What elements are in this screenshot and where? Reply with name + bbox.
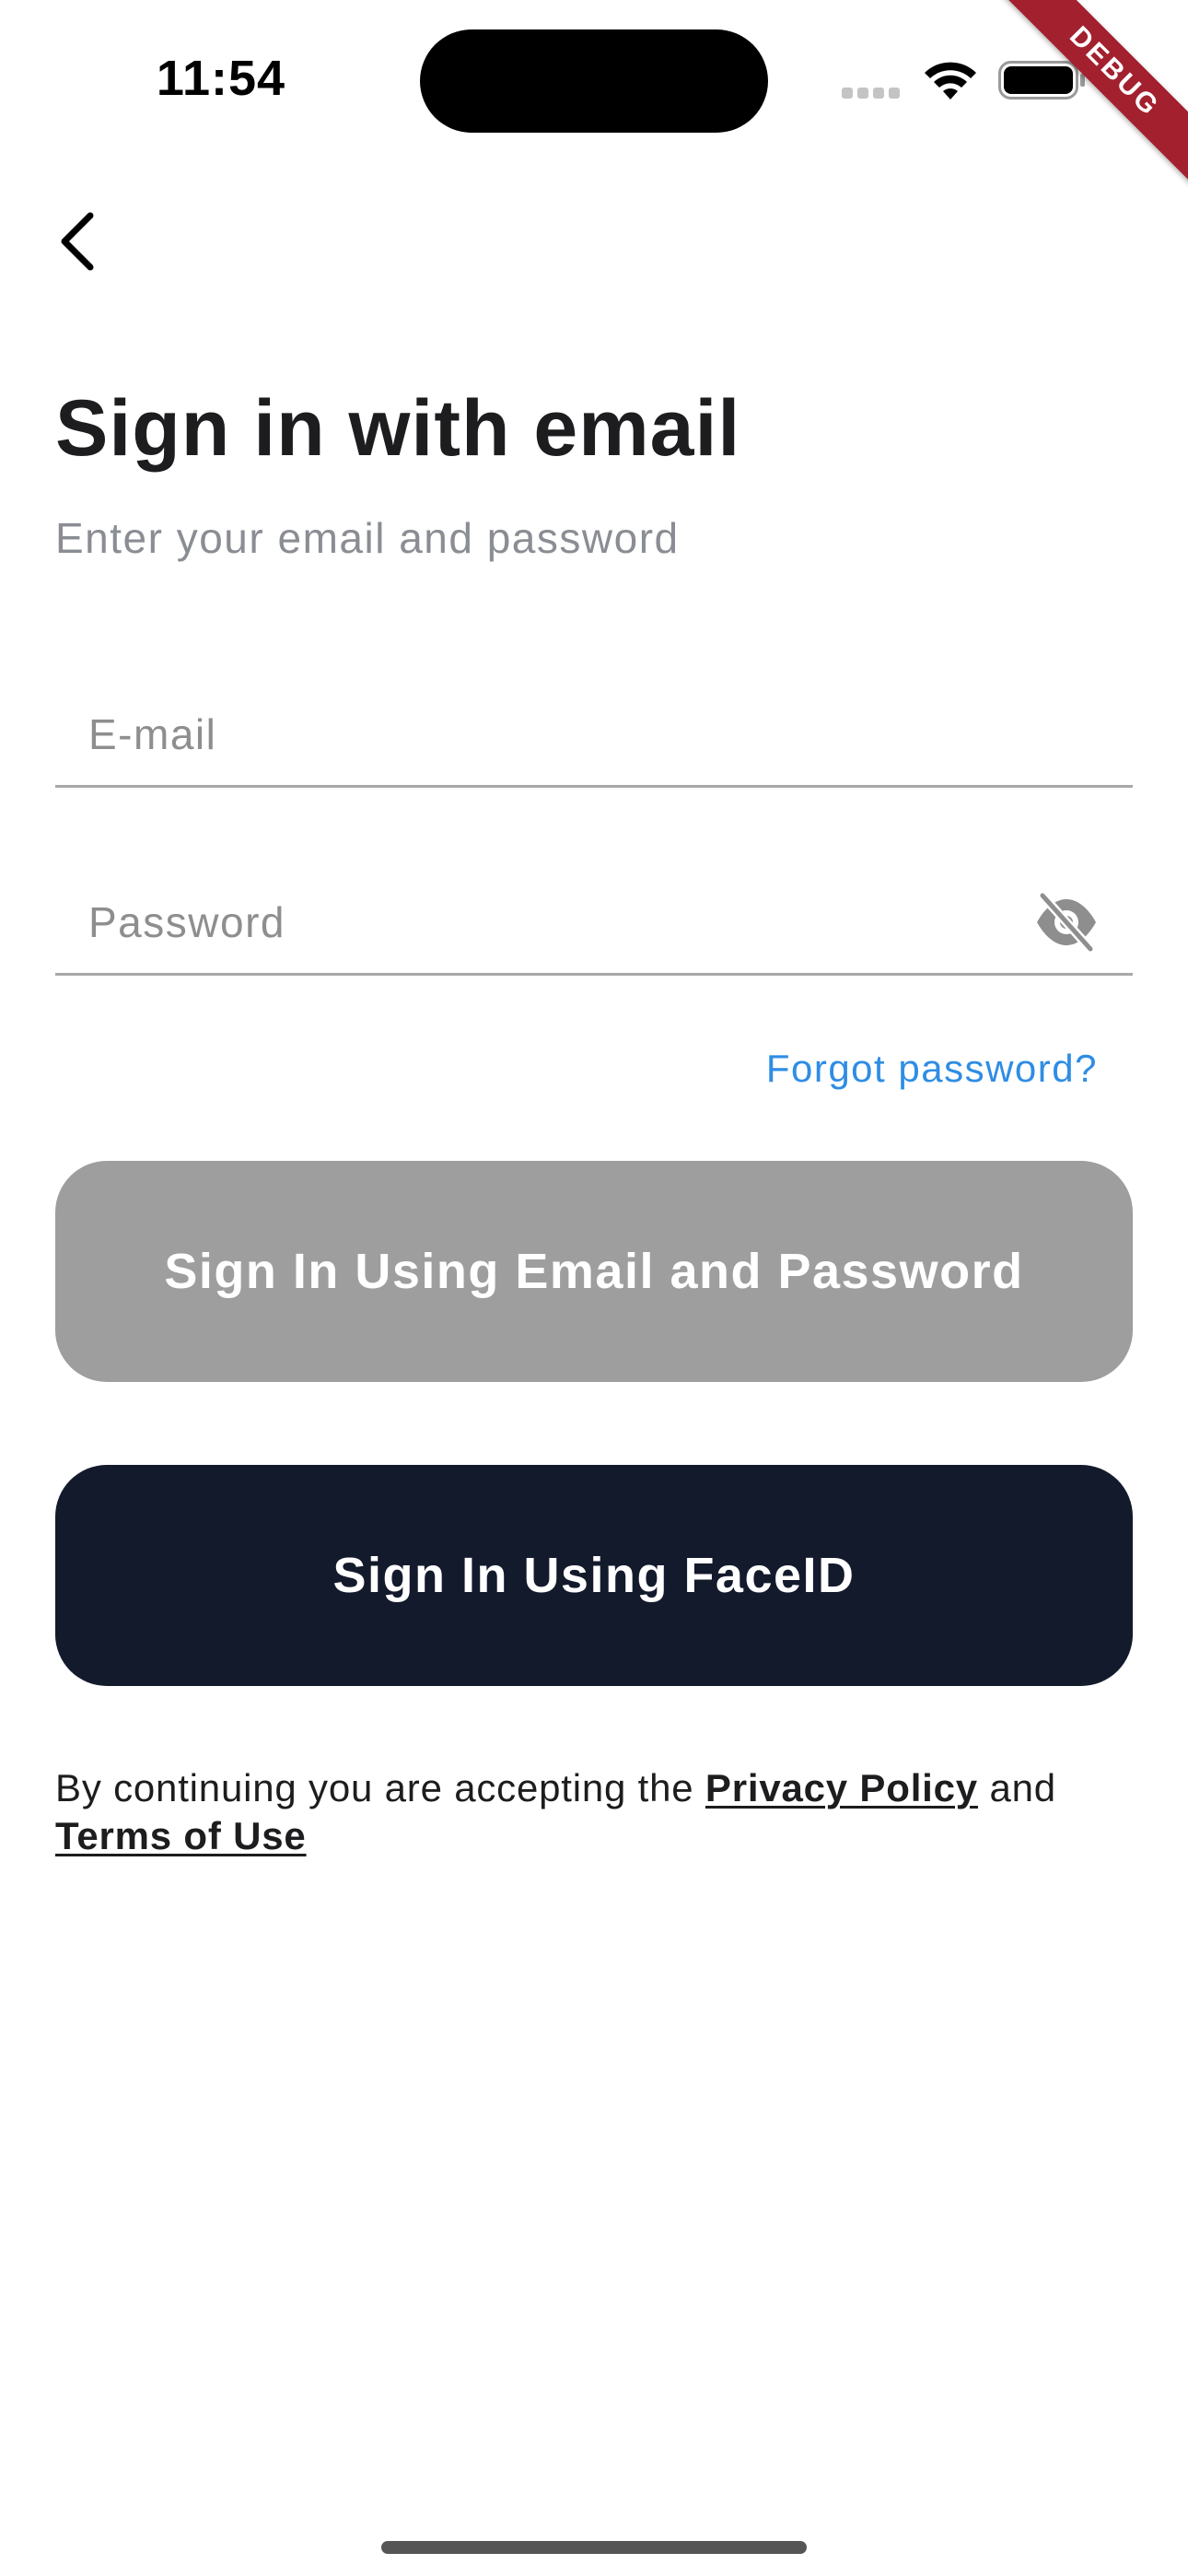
legal-prefix: By continuing you are accepting the bbox=[55, 1766, 705, 1809]
sign-in-screen: 11:54 DEBUG Sign in with email Enter you… bbox=[0, 0, 1188, 2576]
password-field[interactable] bbox=[88, 890, 1009, 954]
privacy-policy-link[interactable]: Privacy Policy bbox=[705, 1766, 978, 1809]
page-title: Sign in with email bbox=[55, 384, 741, 473]
page-subtitle: Enter your email and password bbox=[55, 514, 680, 562]
wifi-icon bbox=[925, 62, 976, 100]
home-indicator[interactable] bbox=[381, 2541, 807, 2554]
debug-banner: DEBUG bbox=[973, 0, 1188, 213]
sign-in-email-button[interactable]: Sign In Using Email and Password bbox=[55, 1161, 1133, 1382]
legal-notice: By continuing you are accepting the Priv… bbox=[55, 1764, 1142, 1860]
chevron-left-icon bbox=[61, 212, 94, 271]
dynamic-island bbox=[420, 29, 768, 133]
email-field[interactable] bbox=[88, 702, 1009, 767]
forgot-password-link[interactable]: Forgot password? bbox=[766, 1041, 1098, 1096]
terms-of-use-link[interactable]: Terms of Use bbox=[55, 1814, 307, 1857]
back-button[interactable] bbox=[48, 195, 131, 278]
legal-middle: and bbox=[977, 1766, 1056, 1809]
cellular-signal-icon bbox=[842, 87, 906, 99]
status-bar-time: 11:54 bbox=[156, 51, 286, 106]
eye-off-icon[interactable] bbox=[1033, 892, 1100, 953]
sign-in-faceid-button[interactable]: Sign In Using FaceID bbox=[55, 1465, 1133, 1686]
battery-icon bbox=[998, 61, 1085, 100]
email-field-container bbox=[55, 684, 1133, 788]
password-field-container bbox=[55, 872, 1133, 976]
